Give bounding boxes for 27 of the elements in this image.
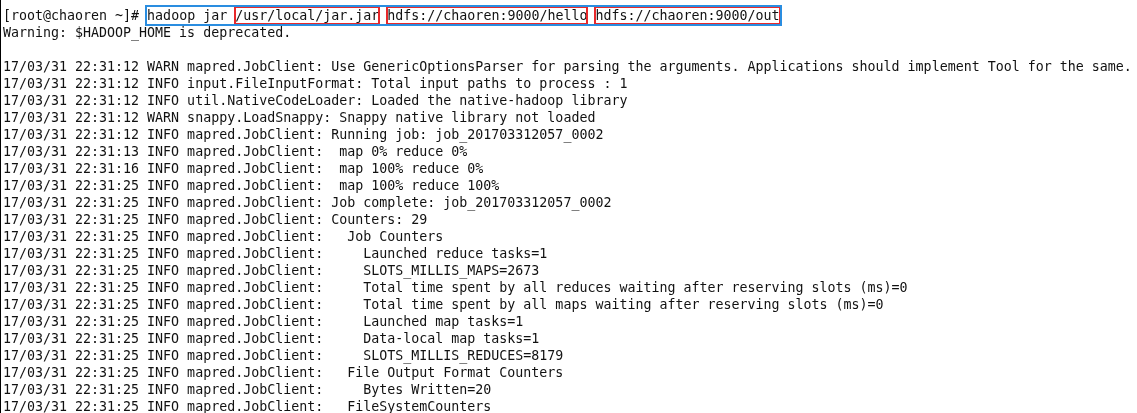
log-line: Warning: $HADOOP_HOME is deprecated. <box>3 24 293 41</box>
log-line: 17/03/31 22:31:12 INFO input.FileInputFormat: Total input paths to process : 1 <box>3 75 629 92</box>
log-line: 17/03/31 22:31:25 INFO mapred.JobClient: Launched map tasks=1 <box>3 313 525 330</box>
log-line: 17/03/31 22:31:12 INFO util.NativeCodeLoader: Loaded the native-hadoop library <box>3 92 629 109</box>
log-line: 17/03/31 22:31:25 INFO mapred.JobClient: Total time spent by all maps waiting after reserving slots (ms)=0 <box>3 296 885 313</box>
command-argument: hdfs://chaoren:9000/hello <box>387 7 588 24</box>
log-line: 17/03/31 22:31:12 WARN mapred.JobClient: Use GenericOptionsParser for parsing the arguments. Applications should implement Tool for the same. <box>3 58 1133 75</box>
log-line: 17/03/31 22:31:25 INFO mapred.JobClient: File Output Format Counters <box>3 364 565 381</box>
log-line: 17/03/31 22:31:25 INFO mapred.JobClient: map 100% reduce 100% <box>3 177 501 194</box>
log-line: 17/03/31 22:31:25 INFO mapred.JobClient: Job complete: job_201703312057_0002 <box>3 194 613 211</box>
shell-prompt: [root@chaoren ~]# <box>3 7 140 24</box>
log-line: 17/03/31 22:31:25 INFO mapred.JobClient: Total time spent by all reduces waiting after reserving slots (ms)=0 <box>3 279 909 296</box>
log-line: 17/03/31 22:31:25 INFO mapred.JobClient: Launched reduce tasks=1 <box>3 245 549 262</box>
log-line: 17/03/31 22:31:13 INFO mapred.JobClient: map 0% reduce 0% <box>3 143 469 160</box>
log-line: 17/03/31 22:31:25 INFO mapred.JobClient: Bytes Written=20 <box>3 381 493 398</box>
log-line: 17/03/31 22:31:16 INFO mapred.JobClient: map 100% reduce 0% <box>3 160 485 177</box>
command-argument: hadoop jar <box>147 7 228 24</box>
log-line: 17/03/31 22:31:25 INFO mapred.JobClient: Job Counters <box>3 228 445 245</box>
command-argument: /usr/local/jar.jar <box>235 7 380 24</box>
log-line: 17/03/31 22:31:25 INFO mapred.JobClient: Counters: 29 <box>3 211 429 228</box>
log-line: 17/03/31 22:31:12 INFO mapred.JobClient: Running job: job_201703312057_0002 <box>3 126 605 143</box>
log-line: 17/03/31 22:31:12 WARN snappy.LoadSnappy: Snappy native library not loaded <box>3 109 597 126</box>
log-line: 17/03/31 22:31:25 INFO mapred.JobClient: FileSystemCounters <box>3 398 493 413</box>
command-argument: hdfs://chaoren:9000/out <box>595 7 780 24</box>
log-line: 17/03/31 22:31:25 INFO mapred.JobClient: Data-local map tasks=1 <box>3 330 541 347</box>
log-line: 17/03/31 22:31:25 INFO mapred.JobClient: SLOTS_MILLIS_MAPS=2673 <box>3 262 541 279</box>
log-line: 17/03/31 22:31:25 INFO mapred.JobClient: SLOTS_MILLIS_REDUCES=8179 <box>3 347 565 364</box>
